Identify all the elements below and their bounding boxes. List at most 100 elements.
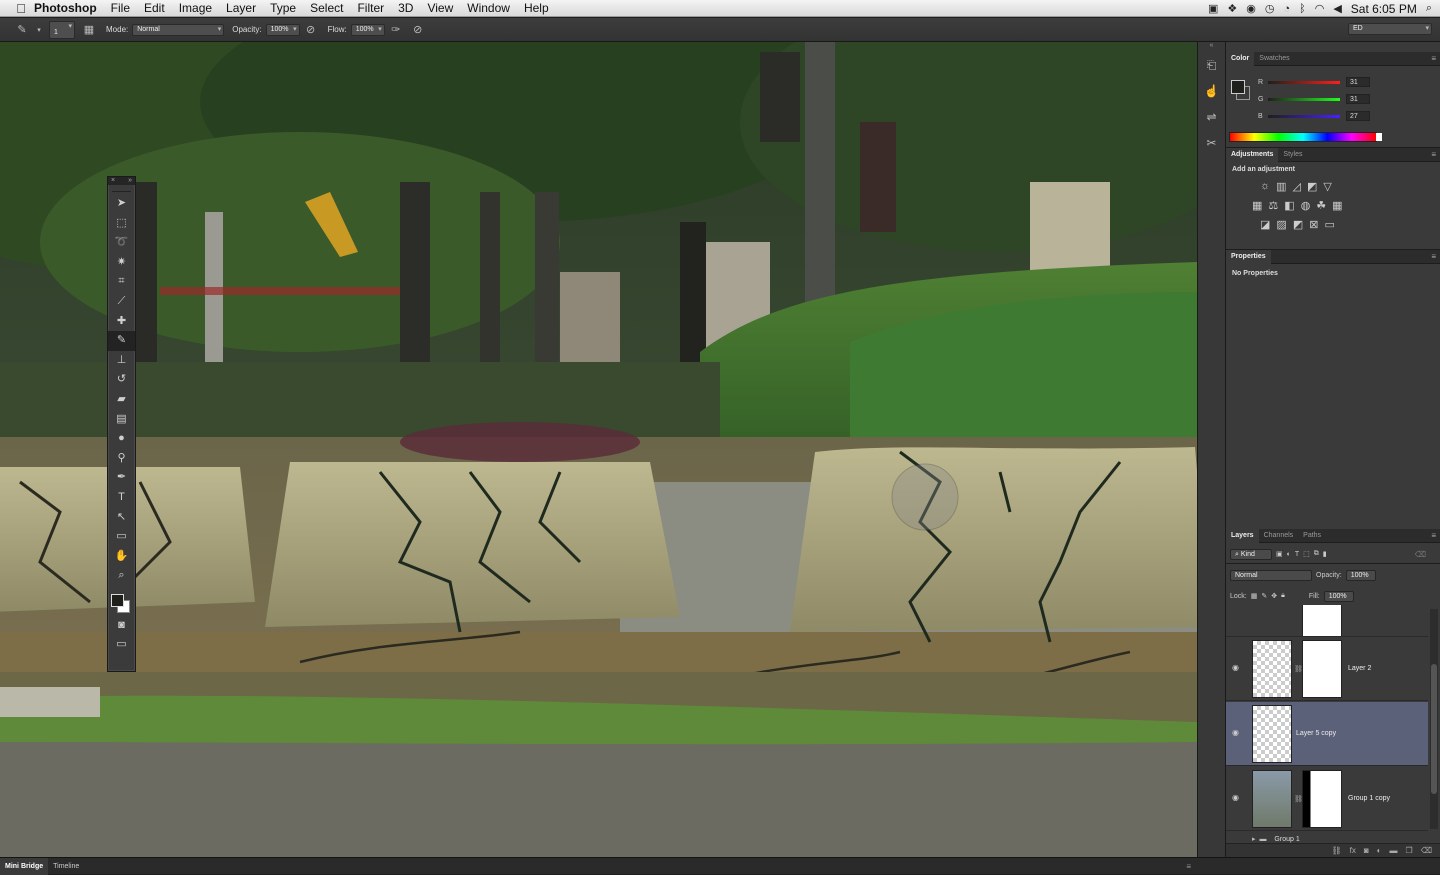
brush-tool-icon[interactable]: ✎	[108, 331, 135, 351]
type-filter-icon[interactable]: T	[1295, 551, 1299, 558]
dodge-tool-icon[interactable]: ⚲	[108, 449, 135, 469]
brightness-contrast-icon[interactable]: ☼	[1260, 180, 1270, 193]
layer-row-selected[interactable]: ◉ Layer 5 copy	[1226, 702, 1428, 766]
gradient-map-icon[interactable]: ▭	[1324, 218, 1334, 231]
add-mask-icon[interactable]: ◙	[1364, 846, 1369, 855]
close-icon[interactable]: ×	[111, 177, 115, 185]
scrollbar-thumb[interactable]	[1431, 664, 1437, 794]
layer-thumbnail[interactable]	[1252, 640, 1292, 698]
red-slider[interactable]	[1268, 80, 1340, 84]
actions-panel-icon[interactable]: ☝	[1198, 78, 1225, 104]
expand-icon[interactable]: »	[128, 177, 132, 185]
foreground-color-chip[interactable]	[1231, 80, 1245, 94]
panel-menu-icon[interactable]: ≡	[1186, 862, 1191, 871]
layer-mask-thumbnail[interactable]	[1302, 770, 1342, 828]
marquee-tool-icon[interactable]: ⬚	[108, 214, 135, 234]
hand-tool-icon[interactable]: ✋	[108, 547, 135, 567]
red-value-field[interactable]: 31	[1346, 77, 1370, 87]
menu-layer[interactable]: Layer	[226, 1, 256, 15]
magic-wand-tool-icon[interactable]: ✷	[108, 253, 135, 273]
layer-name[interactable]: Group 1 copy	[1348, 795, 1390, 802]
posterize-icon[interactable]: ▨	[1276, 218, 1286, 231]
channel-mixer-icon[interactable]: ☘	[1316, 199, 1326, 212]
tab-mini-bridge[interactable]: Mini Bridge	[0, 857, 49, 875]
smart-object-filter-icon[interactable]: ⧉	[1314, 550, 1319, 558]
time-machine-icon[interactable]: ◷	[1265, 2, 1275, 15]
layer-mask-thumbnail[interactable]	[1302, 640, 1342, 698]
layer-fill-field[interactable]: 100%	[1323, 590, 1354, 602]
black-white-icon[interactable]: ◧	[1284, 199, 1294, 212]
blur-tool-icon[interactable]: ●	[108, 429, 135, 449]
airbrush-icon[interactable]: ✑	[388, 23, 404, 36]
clock-icon[interactable]: ◔	[1283, 3, 1290, 15]
tab-swatches[interactable]: Swatches	[1254, 52, 1294, 66]
layer-row[interactable]: ◉ ⛓ Group 1 copy	[1226, 767, 1428, 831]
panel-menu-icon[interactable]: ≡	[1431, 250, 1436, 263]
visibility-eye-icon[interactable]: ◉	[1232, 663, 1239, 672]
menu-select[interactable]: Select	[310, 1, 343, 15]
brush-panel-toggle-icon[interactable]: ▦	[81, 23, 97, 36]
tool-presets-icon[interactable]: ✂	[1198, 130, 1225, 156]
filter-toggle-icon[interactable]: ▮	[1323, 550, 1327, 558]
green-slider[interactable]	[1268, 97, 1340, 101]
visibility-eye-icon[interactable]: ◉	[1232, 728, 1239, 737]
eraser-tool-icon[interactable]: ▰	[108, 390, 135, 410]
screen-mode-icon[interactable]: ▭	[108, 635, 135, 655]
pressure-size-icon[interactable]: ⊘	[410, 23, 426, 36]
brush-tool-preset-icon[interactable]: ✎	[14, 23, 30, 36]
tools-panel-header[interactable]: ×»	[108, 177, 135, 185]
adjustment-filter-icon[interactable]: ◐	[1287, 551, 1291, 558]
workspace-switcher[interactable]: ED	[1348, 23, 1432, 35]
history-panel-icon[interactable]: ⎗	[1198, 52, 1225, 78]
layer-style-icon[interactable]: fx	[1350, 846, 1356, 855]
layer-mask-thumbnail[interactable]	[1302, 605, 1342, 636]
healing-brush-tool-icon[interactable]: ✚	[108, 312, 135, 332]
tab-channels[interactable]: Channels	[1259, 529, 1299, 543]
flow-field[interactable]: 100%	[350, 23, 385, 36]
menu-image[interactable]: Image	[179, 1, 212, 15]
layer-row-partial[interactable]	[1226, 605, 1428, 637]
photo-filter-icon[interactable]: ◍	[1301, 199, 1311, 212]
tools-panel-grip[interactable]	[112, 187, 131, 192]
blue-slider[interactable]	[1268, 114, 1340, 118]
panel-menu-icon[interactable]: ≡	[1431, 148, 1436, 161]
lock-position-icon[interactable]: ✥	[1271, 592, 1277, 600]
move-tool-icon[interactable]: ➤	[108, 194, 135, 214]
menu-file[interactable]: File	[111, 1, 130, 15]
bluetooth-icon[interactable]: ᛒ	[1299, 3, 1306, 15]
group-name[interactable]: Group 1	[1274, 836, 1299, 843]
camera-icon[interactable]: ▣	[1208, 2, 1218, 15]
dropbox-icon[interactable]: ❖	[1227, 2, 1237, 15]
curves-icon[interactable]: ◿	[1293, 180, 1301, 193]
tab-properties[interactable]: Properties	[1226, 249, 1271, 264]
delete-layer-icon[interactable]: ⌫	[1421, 846, 1432, 855]
rectangle-tool-icon[interactable]: ▭	[108, 527, 135, 547]
brush-size-picker[interactable]: 1	[49, 20, 75, 39]
chevron-down-icon[interactable]: ▾	[36, 26, 42, 34]
color-lookup-icon[interactable]: ▦	[1332, 199, 1342, 212]
menu-edit[interactable]: Edit	[144, 1, 165, 15]
visibility-eye-icon[interactable]: ◉	[1232, 793, 1239, 802]
menubar-clock[interactable]: Sat 6:05 PM	[1351, 2, 1417, 16]
lock-all-icon[interactable]: 🔒︎	[1281, 592, 1285, 600]
disclosure-triangle-icon[interactable]: ▸	[1252, 836, 1256, 843]
lock-transparency-icon[interactable]: ▦	[1251, 592, 1258, 600]
threshold-icon[interactable]: ◩	[1293, 218, 1303, 231]
exposure-icon[interactable]: ◩	[1307, 180, 1317, 193]
document-canvas[interactable]	[0, 42, 1197, 857]
vibrance-icon[interactable]: ▽	[1323, 180, 1331, 193]
collapse-panels-icon[interactable]: «	[1198, 42, 1225, 52]
green-value-field[interactable]: 31	[1346, 94, 1370, 104]
foreground-color-swatch[interactable]	[111, 593, 124, 607]
app-status-icon[interactable]: ◉	[1246, 2, 1256, 15]
blue-value-field[interactable]: 27	[1346, 111, 1370, 121]
layer-kind-filter[interactable]: ⌕ Kind	[1230, 548, 1272, 560]
tab-timeline[interactable]: Timeline	[48, 858, 84, 875]
lock-pixels-icon[interactable]: ✎	[1261, 592, 1267, 600]
lasso-tool-icon[interactable]: ➰	[108, 233, 135, 253]
apple-icon[interactable]: 	[14, 1, 28, 16]
shape-filter-icon[interactable]: ⬚	[1303, 550, 1310, 558]
zoom-tool-icon[interactable]: ⌕	[108, 566, 135, 586]
pressure-opacity-icon[interactable]: ⊘	[303, 23, 319, 36]
menu-filter[interactable]: Filter	[357, 1, 384, 15]
